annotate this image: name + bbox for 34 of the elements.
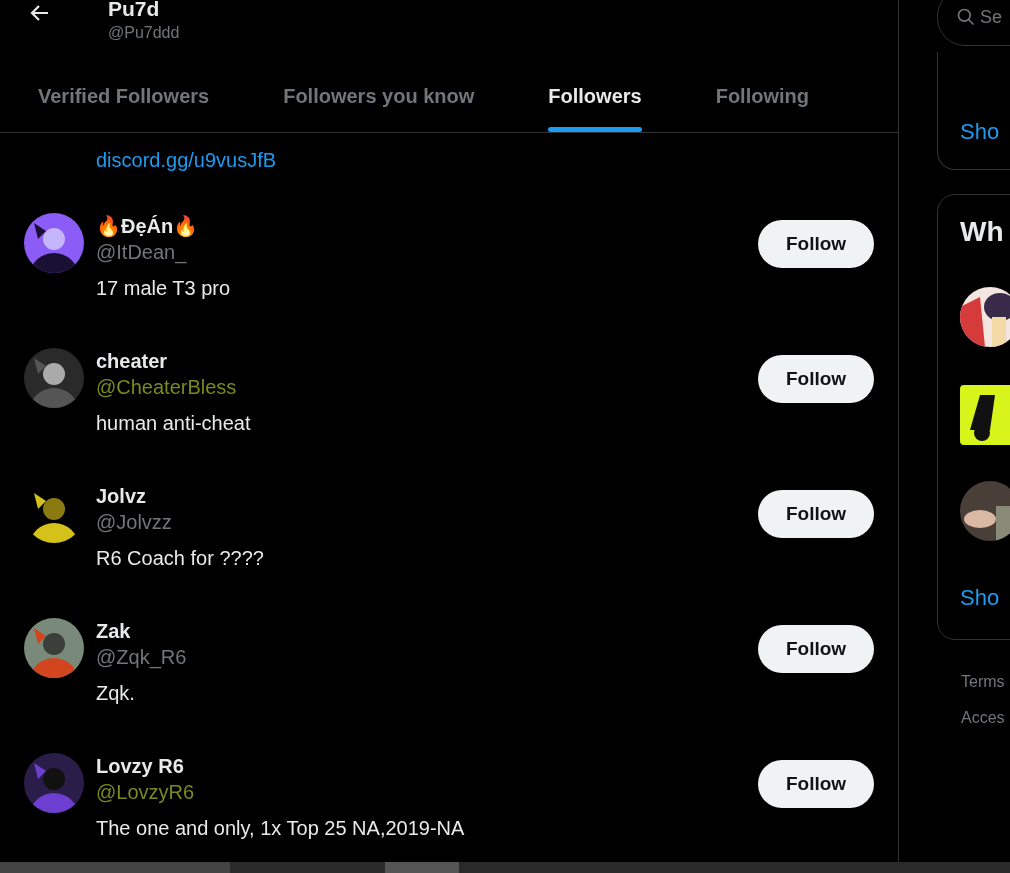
user-handle[interactable]: @Zqk_R6 xyxy=(96,644,758,670)
user-handle[interactable]: @CheaterBless xyxy=(96,374,758,400)
search-input[interactable]: Se xyxy=(980,6,1010,28)
profile-name: Pu7d xyxy=(108,0,161,22)
follow-button[interactable]: Follow xyxy=(758,760,874,808)
footer-link[interactable]: Acces xyxy=(961,708,1010,728)
user-handle[interactable]: @Jolvzz xyxy=(96,509,758,535)
user-handle[interactable]: @ItDean_ xyxy=(96,239,758,265)
user-bio: The one and only, 1x Top 25 NA,2019-NA xyxy=(96,816,466,841)
show-more-link[interactable]: Sho xyxy=(960,119,1010,145)
card-title: Wh xyxy=(960,215,1005,249)
user-bio: R6 Coach for ???? xyxy=(96,546,265,571)
tab[interactable]: Following xyxy=(695,60,829,132)
search-icon xyxy=(956,7,976,27)
tab[interactable]: Followers xyxy=(528,60,662,132)
user-name[interactable]: Lovzy R6 xyxy=(96,753,758,779)
follow-button[interactable]: Follow xyxy=(758,355,874,403)
footer-link[interactable]: Terms xyxy=(961,672,1010,692)
user-bio: human anti-cheat xyxy=(96,411,252,436)
follow-button[interactable]: Follow xyxy=(758,490,874,538)
user-name[interactable]: cheater xyxy=(96,348,758,374)
user-name[interactable]: 🔥ĐẹÁn🔥 xyxy=(96,213,758,239)
user-name[interactable]: Jolvz xyxy=(96,483,758,509)
follow-button[interactable]: Follow xyxy=(758,625,874,673)
user-bio: 17 male T3 pro xyxy=(96,276,232,301)
user-handle[interactable]: @LovzyR6 xyxy=(96,779,758,805)
tab[interactable]: Verified Followers xyxy=(18,60,230,132)
tab[interactable]: Followers you know xyxy=(263,60,495,132)
follow-button[interactable]: Follow xyxy=(758,220,874,268)
user-name[interactable]: Zak xyxy=(96,618,758,644)
show-more-link[interactable]: Sho xyxy=(960,585,1010,611)
bio-link[interactable]: discord.gg/u9vusJfB xyxy=(96,149,277,172)
profile-handle: @Pu7ddd xyxy=(108,23,180,43)
user-bio: Zqk. xyxy=(96,681,136,706)
